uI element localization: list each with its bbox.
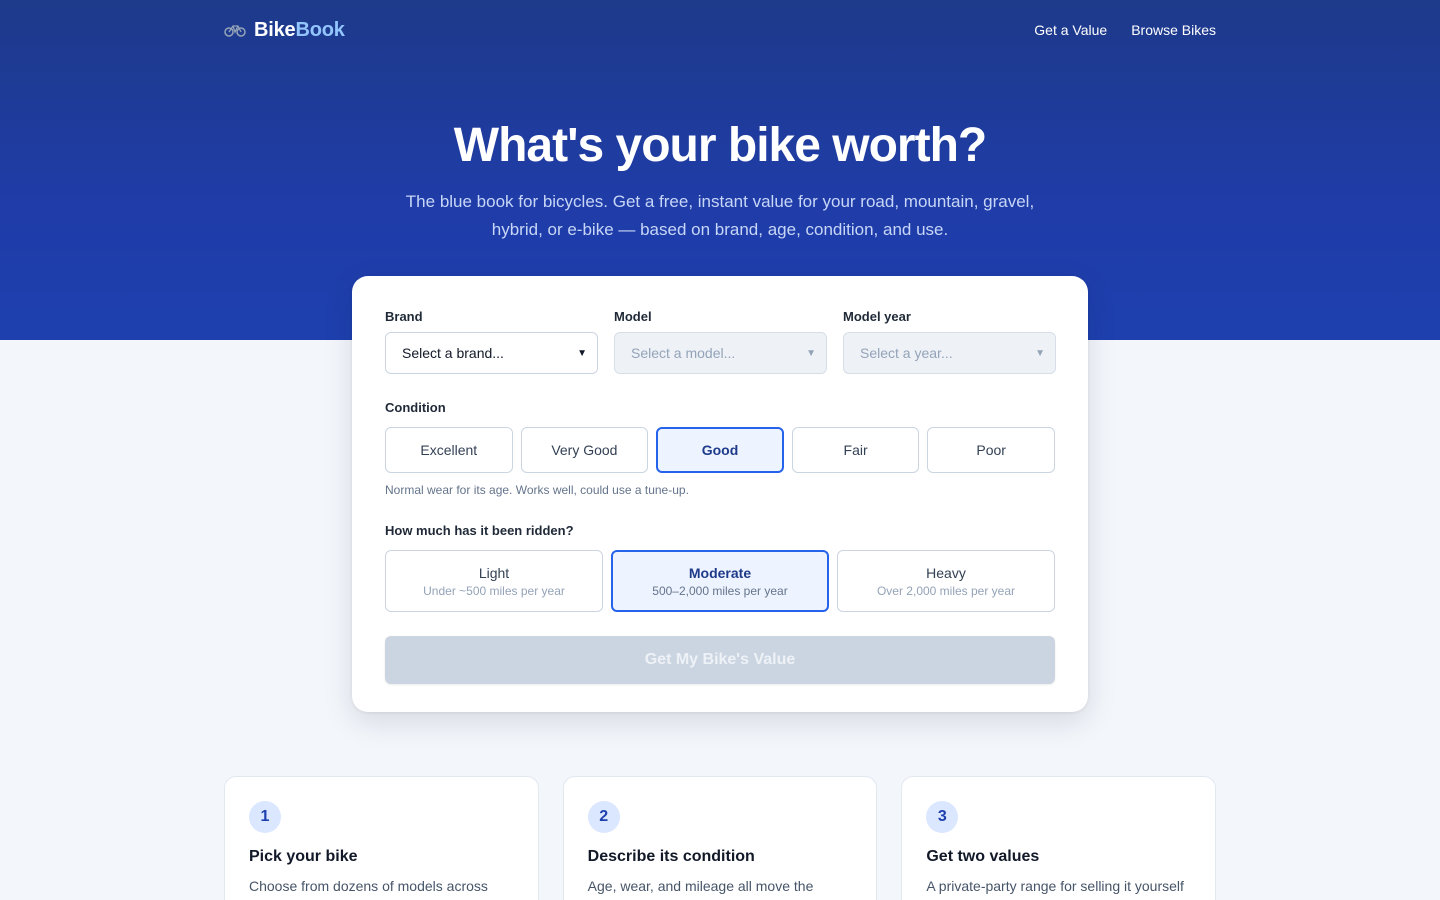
step-description: Choose from dozens of models across majo… [249, 878, 488, 894]
usage-option-moderate[interactable]: Moderate 500–2,000 miles per year [611, 550, 829, 612]
year-field: Model year Select a year... ▼ [843, 309, 1056, 374]
condition-option-poor[interactable]: Poor [927, 427, 1055, 473]
page-title: What's your bike worth? [453, 119, 987, 172]
model-label: Model [614, 309, 652, 324]
usage-option-subtitle: Under ~500 miles per year [423, 583, 565, 598]
usage-option-heavy[interactable]: Heavy Over 2,000 miles per year [837, 550, 1055, 612]
logo-text-accent: Book [295, 18, 345, 41]
condition-option-fair[interactable]: Fair [791, 427, 920, 473]
step-card: 1 Pick your bike Choose from dozens of m… [224, 776, 539, 900]
bicycle-icon [224, 25, 246, 37]
year-label: Model year [843, 309, 911, 324]
usage-option-subtitle: 500–2,000 miles per year [652, 583, 788, 598]
step-title: Describe its condition [587, 848, 755, 865]
step-card: 3 Get two values A private-party range f… [901, 776, 1217, 900]
year-select-value: Select a year... [860, 345, 953, 361]
logo-text: BikeBook [254, 19, 345, 42]
model-select[interactable]: Select a model... ▼ [614, 332, 827, 374]
usage-label: How much has it been ridden? [385, 523, 574, 538]
step-title: Pick your bike [249, 848, 358, 865]
logo-text-main: Bike [254, 18, 296, 41]
condition-option-good[interactable]: Good [656, 427, 784, 473]
chevron-down-icon: ▼ [577, 347, 587, 359]
condition-help-text: Normal wear for its age. Works well, cou… [385, 483, 689, 497]
usage-option-title: Light [478, 564, 510, 581]
step-description: A private-party range for selling it you… [926, 878, 1184, 894]
step-number: 2 [587, 801, 620, 833]
top-nav: BikeBook Get a Value Browse Bikes [224, 0, 1216, 60]
logo[interactable]: BikeBook [224, 19, 345, 42]
bike-selects: Brand Select a brand... ▼ Model Select a… [385, 309, 1056, 374]
chevron-down-icon: ▼ [1035, 347, 1045, 359]
nav-link-browse-bikes[interactable]: Browse Bikes [1131, 22, 1216, 38]
step-description: Age, wear, and mileage all move the need… [587, 878, 814, 894]
brand-field: Brand Select a brand... ▼ [385, 309, 598, 374]
step-title: Get two values [926, 848, 1040, 865]
condition-options: Excellent Very Good Good Fair Poor [385, 427, 1055, 473]
usage-option-light[interactable]: Light Under ~500 miles per year [385, 550, 603, 612]
how-it-works: 1 Pick your bike Choose from dozens of m… [224, 776, 1217, 900]
condition-label: Condition [385, 400, 446, 415]
brand-label: Brand [385, 309, 423, 324]
brand-select-value: Select a brand... [402, 345, 504, 361]
get-value-button[interactable]: Get My Bike's Value [385, 636, 1055, 684]
model-field: Model Select a model... ▼ [614, 309, 827, 374]
condition-option-very-good[interactable]: Very Good [520, 427, 649, 473]
step-number: 1 [249, 801, 281, 833]
usage-option-title: Moderate [688, 564, 752, 581]
hero-subtitle: The blue book for bicycles. Get a free, … [405, 192, 1035, 239]
nav-links: Get a Value Browse Bikes [1034, 22, 1216, 38]
step-number: 3 [926, 801, 959, 833]
model-select-value: Select a model... [631, 345, 736, 361]
step-card: 2 Describe its condition Age, wear, and … [562, 776, 878, 900]
year-select[interactable]: Select a year... ▼ [843, 332, 1056, 374]
usage-options: Light Under ~500 miles per year Moderate… [385, 550, 1055, 612]
usage-option-subtitle: Over 2,000 miles per year [876, 583, 1016, 598]
usage-option-title: Heavy [926, 564, 966, 581]
valuation-form-card: Brand Select a brand... ▼ Model Select a… [352, 276, 1088, 712]
nav-link-get-a-value[interactable]: Get a Value [1034, 22, 1107, 38]
chevron-down-icon: ▼ [806, 347, 816, 359]
condition-option-excellent[interactable]: Excellent [385, 427, 513, 473]
brand-select[interactable]: Select a brand... ▼ [385, 332, 598, 374]
